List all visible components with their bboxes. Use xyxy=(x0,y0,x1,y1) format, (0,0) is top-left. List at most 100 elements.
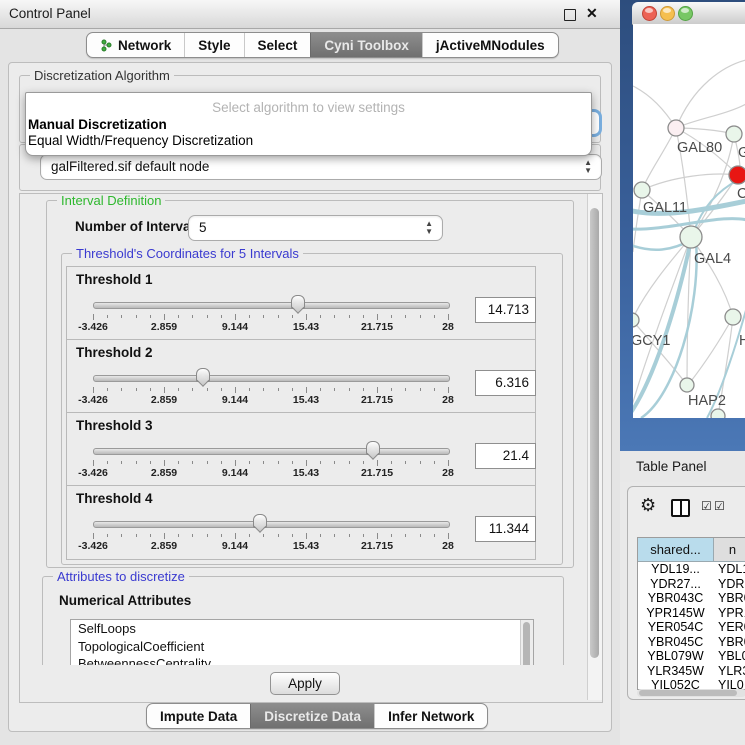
table-cell: YBL079W xyxy=(638,649,713,664)
threshold-label: Threshold 3 xyxy=(76,418,153,433)
control-panel-title: Control Panel xyxy=(9,6,91,21)
table-h-scrollbar[interactable] xyxy=(637,689,745,697)
table-row[interactable]: YLR345WYLR3 xyxy=(638,664,745,679)
table-header-row: shared...n xyxy=(638,538,745,562)
tab-jactivemnodules[interactable]: jActiveMNodules xyxy=(422,33,558,57)
network-canvas[interactable]: GAL80GCGAL11GAL4GCY1HHAP2 xyxy=(633,24,745,418)
slider-track[interactable] xyxy=(93,521,450,528)
attribute-item-betweennesscentrality[interactable]: BetweennessCentrality xyxy=(71,655,533,665)
threshold-label: Threshold 1 xyxy=(76,272,153,287)
num-intervals-label: Number of Intervals xyxy=(75,219,202,234)
control-panel-titlebar: Control Panel ✕ xyxy=(0,0,620,29)
network-node-hap2[interactable] xyxy=(680,378,694,392)
table-cell: YER0 xyxy=(713,620,745,635)
tab-label: Discretize Data xyxy=(264,709,361,724)
numerical-attributes-list: SelfLoopsTopologicalCoefficientBetweenne… xyxy=(70,619,534,665)
tab-cyni-toolbox[interactable]: Cyni Toolbox xyxy=(310,33,422,57)
table-data-combobox[interactable]: galFiltered.sif default node ▲▼ xyxy=(40,154,602,180)
close-icon[interactable]: ✕ xyxy=(586,5,598,22)
mac-minimize-icon[interactable] xyxy=(660,6,675,21)
num-intervals-combobox[interactable]: 5 ▲▼ xyxy=(188,215,443,241)
checkbox-icon[interactable]: ☑ xyxy=(701,499,712,513)
table-row[interactable]: YPR145WYPR1 xyxy=(638,606,745,621)
algorithm-group-title: Discretization Algorithm xyxy=(30,68,174,83)
slider-thumb[interactable] xyxy=(253,514,267,531)
algorithm-option-equal-width-frequency-discretization[interactable]: Equal Width/Frequency Discretization xyxy=(26,133,591,149)
slider-thumb[interactable] xyxy=(196,368,210,385)
mac-close-icon[interactable] xyxy=(642,6,657,21)
threshold-slider[interactable] xyxy=(93,368,448,386)
slider-tick-labels: -3.4262.8599.14415.4321.71528 xyxy=(93,467,448,479)
slider-track[interactable] xyxy=(93,448,450,455)
interval-definition-title: Interval Definition xyxy=(57,194,165,208)
table-cell: YLR345W xyxy=(638,664,713,679)
threshold-label: Threshold 4 xyxy=(76,491,153,506)
slider-thumb[interactable] xyxy=(291,295,305,312)
column-header-n[interactable]: n xyxy=(714,538,745,562)
tab-infer-network[interactable]: Infer Network xyxy=(374,704,487,728)
apply-button[interactable]: Apply xyxy=(270,672,340,695)
column-header-shared-[interactable]: shared... xyxy=(638,538,714,562)
attribute-item-topologicalcoefficient[interactable]: TopologicalCoefficient xyxy=(71,638,533,656)
threshold-slider[interactable] xyxy=(93,441,448,459)
network-node-c[interactable] xyxy=(729,166,745,184)
interval-definition-groupbox: Interval Definition Number of Intervals … xyxy=(46,200,574,568)
network-node-label: GCY1 xyxy=(633,333,671,349)
slider-tick-labels: -3.4262.8599.14415.4321.71528 xyxy=(93,321,448,333)
threshold-slider[interactable] xyxy=(93,295,448,313)
tab-label: Cyni Toolbox xyxy=(324,38,409,53)
network-node-gal11[interactable] xyxy=(634,182,650,198)
table-panel-window: ⚙ ☑ ☑ shared...n YDL19...YDL1YDR27...YDR… xyxy=(627,486,745,700)
mac-zoom-icon[interactable] xyxy=(678,6,693,21)
network-node-h[interactable] xyxy=(725,309,741,325)
tab-label: jActiveMNodules xyxy=(436,38,545,53)
threshold-value-field[interactable]: 11.344 xyxy=(475,516,536,542)
threshold-value-field[interactable]: 6.316 xyxy=(475,370,536,396)
checkbox-icon[interactable]: ☑ xyxy=(714,499,725,513)
table-row[interactable]: YBR045CYBR0 xyxy=(638,635,745,650)
tab-style[interactable]: Style xyxy=(184,33,243,57)
node-table: shared...n YDL19...YDL1YDR27...YDR2YBR04… xyxy=(637,537,745,690)
network-graph: GAL80GCGAL11GAL4GCY1HHAP2 xyxy=(633,24,745,418)
table-row[interactable]: YDL19...YDL1 xyxy=(638,562,745,577)
control-panel-body: Discretization Algorithm Select algorith… xyxy=(8,62,612,732)
tab-select[interactable]: Select xyxy=(244,33,311,57)
table-row[interactable]: YBL079WYBL0 xyxy=(638,649,745,664)
threshold-value-field[interactable]: 21.4 xyxy=(475,443,536,469)
top-tab-bar: Network StyleSelect Cyni Toolbox jActiveMNo… xyxy=(86,32,559,58)
attributes-scrollbar[interactable] xyxy=(520,620,533,665)
network-node-gcy1[interactable] xyxy=(633,313,639,327)
slider-thumb[interactable] xyxy=(366,441,380,458)
tab-network[interactable]: Network xyxy=(87,33,184,57)
slider-track[interactable] xyxy=(93,375,450,382)
gear-icon[interactable]: ⚙ xyxy=(640,495,656,516)
float-window-icon[interactable] xyxy=(564,9,576,21)
threshold-value-field[interactable]: 14.713 xyxy=(475,297,536,323)
table-cell: YER054C xyxy=(638,620,713,635)
threshold-slider[interactable] xyxy=(93,514,448,532)
table-row[interactable]: YDR27...YDR2 xyxy=(638,577,745,592)
network-node-g[interactable] xyxy=(726,126,742,142)
attribute-item-selfloops[interactable]: SelfLoops xyxy=(71,620,533,638)
network-node-label: GAL80 xyxy=(677,140,722,156)
network-node-gal80[interactable] xyxy=(668,120,684,136)
settings-scrollbar[interactable] xyxy=(587,194,602,700)
table-cell: YDR27... xyxy=(638,577,713,592)
columns-icon[interactable] xyxy=(671,499,690,517)
numerical-attributes-label: Numerical Attributes xyxy=(59,593,191,608)
threshold-box-4: Threshold 4 -3.4262.8599.14415.4321.71528… xyxy=(66,485,536,560)
network-node[interactable] xyxy=(711,409,725,418)
tab-impute-data[interactable]: Impute Data xyxy=(147,704,250,728)
slider-ticks xyxy=(93,387,448,394)
slider-track[interactable] xyxy=(93,302,450,309)
table-row[interactable]: YBR043CYBR0 xyxy=(638,591,745,606)
algorithm-option-manual-discretization[interactable]: Manual Discretization xyxy=(26,117,591,133)
slider-tick-labels: -3.4262.8599.14415.4321.71528 xyxy=(93,540,448,552)
network-node-gal4[interactable] xyxy=(680,226,702,248)
tab-discretize-data[interactable]: Discretize Data xyxy=(250,704,374,728)
tab-label: Infer Network xyxy=(388,709,474,724)
table-row[interactable]: YER054CYER0 xyxy=(638,620,745,635)
network-node-label: GAL4 xyxy=(694,251,731,267)
tab-label: Network xyxy=(118,38,171,53)
network-window-titlebar xyxy=(632,2,745,25)
